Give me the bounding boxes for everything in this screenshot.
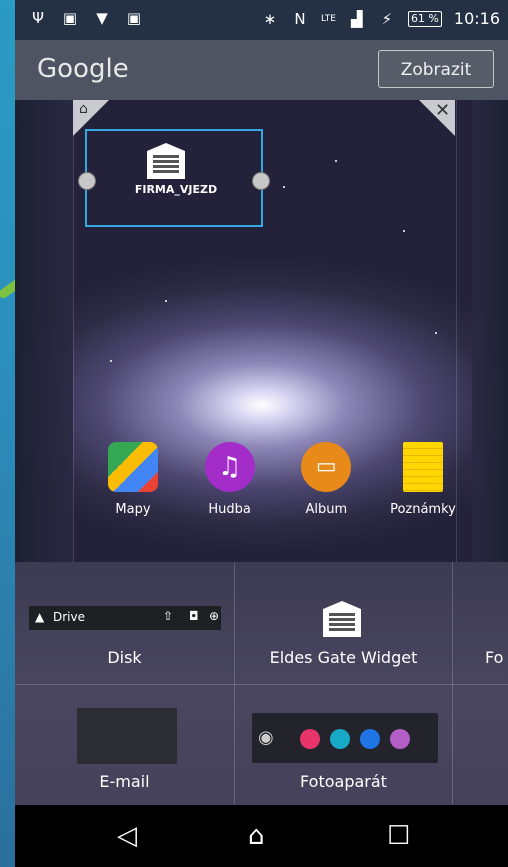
star xyxy=(435,332,437,334)
email-widget-preview[interactable] xyxy=(77,708,177,764)
album-icon: ▭ xyxy=(301,442,352,492)
briefcase-icon: ▣ xyxy=(126,9,142,27)
app-label: Album xyxy=(305,502,348,517)
garage-gate-icon xyxy=(147,143,185,179)
star xyxy=(165,300,167,302)
home-icon[interactable]: ⌂ xyxy=(248,821,265,851)
drive-widget-preview[interactable]: ▲ Drive ⇧ ◘ ⊕ xyxy=(29,606,221,630)
status-bar: Ψ ▣ ▼ ▣ ∗ N LTE ▟ ⚡ 61 % 10:16 xyxy=(15,0,508,40)
color-dot xyxy=(330,729,350,749)
color-dot xyxy=(390,729,410,749)
recents-icon[interactable]: ☐ xyxy=(387,821,410,851)
charging-icon: ⚡ xyxy=(381,9,393,28)
camera-widget-preview[interactable]: ◉ xyxy=(252,713,438,763)
phone-screen: Ψ ▣ ▼ ▣ ∗ N LTE ▟ ⚡ 61 % 10:16 Google Zo… xyxy=(15,0,508,867)
notes-icon xyxy=(402,442,443,492)
show-button[interactable]: Zobrazit xyxy=(378,50,494,88)
network-type: LTE xyxy=(320,13,336,24)
divider xyxy=(452,562,453,805)
add-icon: ⊕ xyxy=(209,609,220,623)
previous-homescreen-panel[interactable] xyxy=(15,100,73,562)
music-icon: ♫ xyxy=(204,442,255,492)
home-icon[interactable]: ⌂ xyxy=(79,101,88,117)
app-maps[interactable]: Mapy xyxy=(93,442,173,517)
widget-label: FIRMA_VJEZD xyxy=(134,183,218,196)
drawer-item-camera[interactable]: Fotoaparát xyxy=(235,772,452,791)
battery-level: 61 % xyxy=(407,10,442,27)
image-icon: ▣ xyxy=(62,9,78,27)
google-search-bar[interactable]: Google Zobrazit xyxy=(15,40,508,100)
close-icon[interactable]: ✕ xyxy=(435,100,450,121)
google-logo: Google xyxy=(37,54,129,84)
usb-icon: Ψ xyxy=(32,9,44,27)
drawer-item-disk[interactable]: Disk xyxy=(15,648,234,667)
star xyxy=(403,230,405,232)
drive-title: Drive xyxy=(53,610,85,624)
star xyxy=(335,160,337,162)
upload-icon: ⇧ xyxy=(163,609,174,623)
color-dot xyxy=(300,729,320,749)
color-dot xyxy=(360,729,380,749)
drawer-item-eldes-gate-widget[interactable]: Eldes Gate Widget xyxy=(235,648,452,667)
divider xyxy=(234,562,235,805)
widget-selection-frame[interactable]: FIRMA_VJEZD xyxy=(78,129,270,227)
drive-icon: ▲ xyxy=(35,610,45,624)
app-music[interactable]: ♫ Hudba xyxy=(190,442,270,517)
app-label: Hudba xyxy=(208,502,251,517)
star xyxy=(110,360,112,362)
drawer-item-partial[interactable]: Fo xyxy=(485,648,508,667)
nfc-icon: N xyxy=(294,9,306,28)
app-label: Poznámky xyxy=(390,502,456,517)
maps-icon xyxy=(108,442,158,492)
camera-icon: ◘ xyxy=(189,609,199,623)
bluetooth-icon: ∗ xyxy=(263,9,277,28)
next-homescreen-panel[interactable] xyxy=(472,100,508,562)
divider xyxy=(15,684,508,685)
drawer-item-email[interactable]: E-mail xyxy=(15,772,234,791)
wifi-icon: ▼ xyxy=(96,9,108,27)
back-icon[interactable]: ◁ xyxy=(117,821,137,851)
star xyxy=(283,186,285,188)
signal-icon: ▟ xyxy=(351,9,363,28)
garage-gate-icon xyxy=(323,601,361,637)
camera-icon: ◉ xyxy=(258,727,274,748)
app-album[interactable]: ▭ Album xyxy=(286,442,366,517)
app-label: Mapy xyxy=(115,502,151,517)
home-app-row: Mapy ♫ Hudba ▭ Album Poznámky xyxy=(93,442,463,517)
clock: 10:16 xyxy=(453,9,500,28)
app-notes[interactable]: Poznámky xyxy=(383,442,463,517)
navigation-bar: ◁ ⌂ ☐ xyxy=(15,805,508,867)
